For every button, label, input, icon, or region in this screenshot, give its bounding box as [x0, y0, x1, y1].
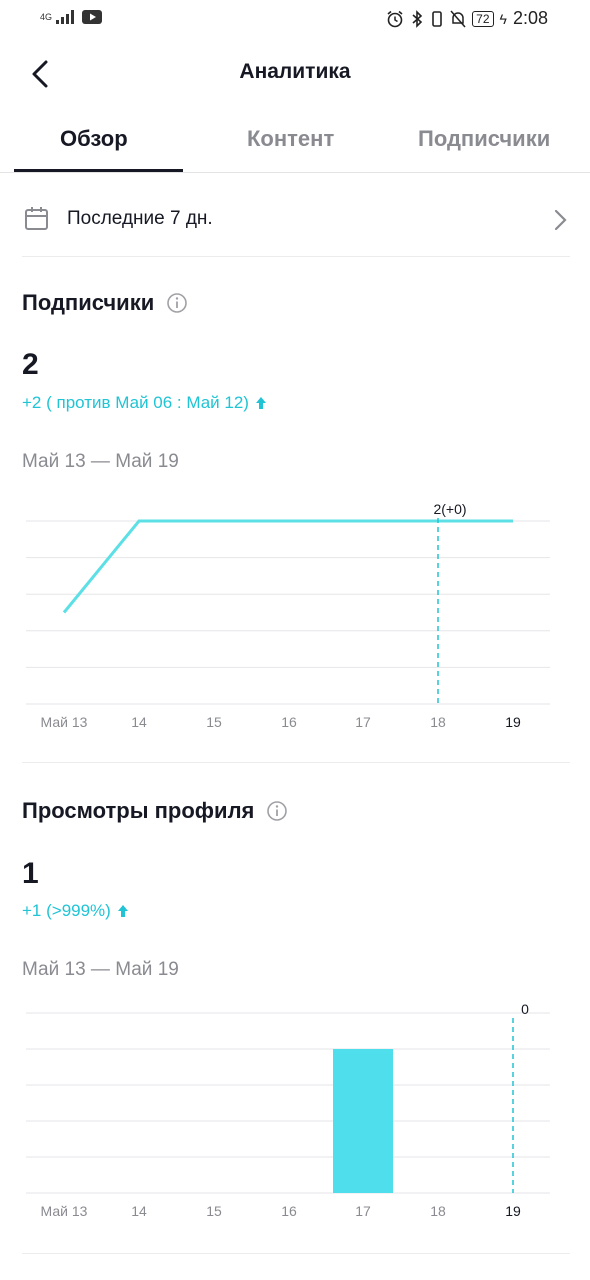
x-tick-label: 17 — [355, 714, 371, 730]
tab-overview[interactable]: Обзор — [60, 126, 128, 152]
clock: 2:08 — [512, 8, 548, 28]
x-tick-label: 15 — [206, 714, 222, 730]
followers-delta-text: +2 ( против Май 06 : Май 12) — [22, 393, 249, 412]
x-tick-label: 14 — [131, 1203, 147, 1219]
marker-label: 2(+0) — [433, 501, 466, 517]
followers-line-chart: 2(+0) Май 13 14 15 16 17 18 19 — [26, 501, 550, 730]
date-filter-label: Последние 7 дн. — [67, 208, 213, 229]
profile-views-delta: +1 (>999%) — [22, 901, 129, 921]
x-tick-label: 18 — [430, 1203, 446, 1219]
bar — [333, 1049, 393, 1193]
followers-header: Подписчики — [22, 290, 188, 316]
active-tab-indicator — [14, 169, 183, 172]
profile-views-bar-chart: 0 Май 13 14 15 16 17 18 19 — [26, 1001, 550, 1219]
chevron-right-icon — [554, 209, 567, 231]
profile-views-delta-text: +1 (>999%) — [22, 901, 111, 920]
info-icon[interactable] — [166, 292, 188, 314]
x-tick-label: 16 — [281, 1203, 297, 1219]
divider — [22, 1253, 570, 1254]
followers-range: Май 13 — Май 19 — [22, 451, 179, 472]
profile-views-header: Просмотры профиля — [22, 798, 288, 824]
series-line — [62, 519, 513, 614]
x-tick-label: 15 — [206, 1203, 222, 1219]
x-tick-label: 18 — [430, 714, 446, 730]
divider — [22, 762, 570, 763]
marker-label: 0 — [521, 1001, 529, 1017]
x-tick-label: 14 — [131, 714, 147, 730]
date-filter-row[interactable]: Последние 7 дн. — [0, 190, 590, 254]
tab-bar: Обзор Контент Подписчики — [0, 118, 590, 173]
x-tick-label: Май 13 — [41, 1203, 88, 1219]
profile-views-range: Май 13 — Май 19 — [22, 959, 179, 980]
x-tick-label: Май 13 — [41, 714, 88, 730]
signal-icon — [56, 10, 75, 24]
page-title: Аналитика — [239, 60, 351, 83]
tab-followers[interactable]: Подписчики — [418, 126, 550, 152]
arrow-up-icon — [255, 397, 266, 409]
bluetooth-icon — [412, 9, 423, 28]
calendar-icon — [25, 207, 48, 230]
x-tick-label: 19 — [505, 714, 521, 730]
alarm-icon — [387, 10, 403, 27]
followers-delta: +2 ( против Май 06 : Май 12) — [22, 393, 267, 413]
status-right: 72 ϟ 2:08 — [386, 8, 548, 29]
profile-views-title: Просмотры профиля — [22, 798, 255, 823]
arrow-up-icon — [117, 905, 128, 917]
network-label: 4G — [40, 12, 53, 22]
charging-icon: ϟ — [499, 10, 507, 27]
status-bar: 4G 72 ϟ 2:08 — [0, 0, 590, 40]
divider — [22, 256, 570, 257]
x-tick-label: 19 — [505, 1203, 521, 1219]
info-icon[interactable] — [266, 800, 288, 822]
x-tick-label: 16 — [281, 714, 297, 730]
vibrate-icon — [432, 10, 442, 27]
status-left: 4G — [40, 10, 103, 24]
battery-indicator: 72 — [472, 10, 494, 27]
followers-value: 2 — [22, 348, 39, 381]
tab-content[interactable]: Контент — [247, 126, 334, 152]
x-tick-label: 17 — [355, 1203, 371, 1219]
followers-title: Подписчики — [22, 290, 155, 315]
profile-views-value: 1 — [22, 857, 39, 890]
youtube-icon — [82, 10, 103, 24]
bell-muted-icon — [450, 10, 466, 27]
